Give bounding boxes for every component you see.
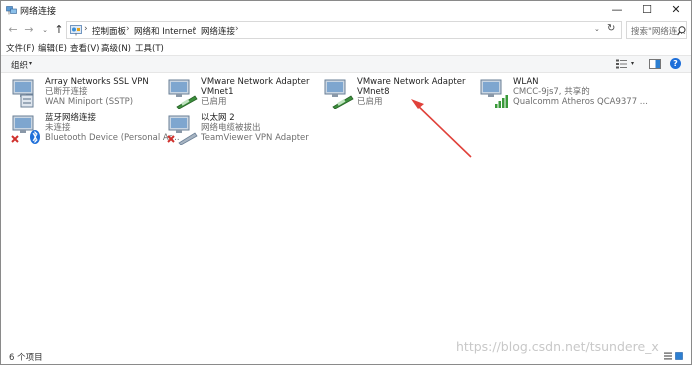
address-dropdown-button[interactable]: ⌄ bbox=[594, 25, 600, 33]
view-options-chevron-icon[interactable]: ▾ bbox=[631, 60, 634, 67]
connection-name: Array Networks SSL VPN bbox=[45, 77, 149, 87]
search-icon bbox=[677, 26, 686, 36]
item-count: 6 个项目 bbox=[9, 353, 43, 363]
network-connections-window: 网络连接 — ☐ ✕ ← → ⌄ ↑ › 控制面板 › 网络和 Internet… bbox=[0, 0, 692, 365]
command-toolbar: 组织 ▾ ▾ ? bbox=[1, 55, 691, 73]
connection-name: VMware Network Adapter bbox=[357, 77, 466, 87]
bluetooth-adapter-icon bbox=[11, 115, 40, 144]
connection-details: VMware Network Adapter VMnet1 已启用 bbox=[201, 77, 309, 107]
breadcrumb-separator: › bbox=[235, 24, 239, 34]
up-button[interactable]: ↑ bbox=[52, 22, 66, 38]
title-bar[interactable]: 网络连接 — ☐ ✕ bbox=[1, 1, 691, 19]
connection-item[interactable]: Array Networks SSL VPN 已断开连接 WAN Minipor… bbox=[11, 77, 161, 111]
organize-button[interactable]: 组织 bbox=[11, 59, 28, 71]
connection-details: VMware Network Adapter VMnet8 已启用 bbox=[357, 77, 465, 107]
connection-item[interactable]: WLAN CMCC-9js7, 共享的 Qualcomm Atheros QCA… bbox=[479, 77, 648, 111]
menu-advanced[interactable]: 高级(N) bbox=[101, 42, 131, 54]
breadcrumb-network-internet[interactable]: 网络和 Internet bbox=[134, 25, 196, 37]
connection-device: TeamViewer VPN Adapter bbox=[201, 133, 309, 143]
network-folder-icon bbox=[6, 6, 17, 15]
connection-name: VMware Network Adapter bbox=[201, 77, 310, 87]
connection-status: CMCC-9js7, 共享的 bbox=[513, 87, 590, 97]
breadcrumb-separator: › bbox=[84, 24, 88, 34]
connection-device: 已启用 bbox=[201, 97, 227, 107]
refresh-button[interactable]: ↻ bbox=[607, 23, 615, 34]
help-button[interactable]: ? bbox=[670, 58, 681, 69]
maximize-button[interactable]: ☐ bbox=[632, 1, 662, 19]
connection-item[interactable]: 以太网 2 网络电缆被拔出 TeamViewer VPN Adapter bbox=[167, 113, 317, 147]
minimize-button[interactable]: — bbox=[602, 1, 632, 19]
large-icons-view-icon[interactable] bbox=[675, 352, 683, 360]
connection-details: 蓝牙网络连接 未连接 Bluetooth Device (Personal Ar… bbox=[45, 113, 180, 143]
forward-button[interactable]: → bbox=[22, 22, 36, 38]
connection-status: 已断开连接 bbox=[45, 87, 88, 97]
menu-edit[interactable]: 编辑(E) bbox=[38, 42, 67, 54]
connection-device: Bluetooth Device (Personal Ar... bbox=[45, 133, 180, 143]
control-panel-icon bbox=[70, 25, 82, 36]
connection-status: VMnet1 bbox=[201, 87, 234, 97]
menu-tools[interactable]: 工具(T) bbox=[135, 42, 164, 54]
watermark: https://blog.csdn.net/tsundere_x bbox=[456, 339, 659, 354]
connection-name: 蓝牙网络连接 bbox=[45, 113, 97, 123]
ethernet-adapter-icon bbox=[168, 79, 198, 109]
wifi-adapter-icon bbox=[480, 79, 508, 108]
connection-device: Qualcomm Atheros QCA9377 ... bbox=[513, 97, 648, 107]
preview-pane-icon[interactable] bbox=[649, 59, 661, 69]
connection-status: 未连接 bbox=[45, 123, 71, 133]
connection-device: 已启用 bbox=[357, 97, 383, 107]
recent-locations-button[interactable]: ⌄ bbox=[38, 22, 52, 38]
connection-item[interactable]: 蓝牙网络连接 未连接 Bluetooth Device (Personal Ar… bbox=[11, 113, 180, 147]
connection-details: Array Networks SSL VPN 已断开连接 WAN Minipor… bbox=[45, 77, 149, 107]
change-view-icon[interactable] bbox=[616, 59, 628, 69]
connection-details: 以太网 2 网络电缆被拔出 TeamViewer VPN Adapter bbox=[201, 113, 309, 143]
chevron-down-icon: ▾ bbox=[29, 60, 33, 67]
connection-details: WLAN CMCC-9js7, 共享的 Qualcomm Atheros QCA… bbox=[513, 77, 648, 107]
details-view-icon[interactable] bbox=[664, 352, 672, 360]
connection-item[interactable]: VMware Network Adapter VMnet1 已启用 bbox=[167, 77, 317, 111]
breadcrumb-separator: › bbox=[126, 24, 130, 34]
menu-file[interactable]: 文件(F) bbox=[6, 42, 35, 54]
window-title: 网络连接 bbox=[20, 7, 57, 17]
breadcrumb-control-panel[interactable]: 控制面板 bbox=[92, 25, 126, 37]
search-input[interactable]: 搜索"网络连... bbox=[626, 21, 687, 39]
ethernet-adapter-disconnected-icon bbox=[167, 115, 198, 145]
breadcrumb-network-connections[interactable]: 网络连接 bbox=[201, 25, 235, 37]
ethernet-adapter-icon bbox=[324, 79, 354, 109]
address-bar[interactable]: › 控制面板 › 网络和 Internet › 网络连接 › ⌄ ↻ bbox=[66, 21, 622, 39]
vpn-adapter-icon bbox=[12, 79, 34, 108]
connection-name: WLAN bbox=[513, 77, 539, 87]
connection-device: WAN Miniport (SSTP) bbox=[45, 97, 134, 107]
breadcrumb-separator: › bbox=[193, 24, 197, 34]
address-row: ← → ⌄ ↑ › 控制面板 › 网络和 Internet › 网络连接 › ⌄… bbox=[1, 20, 691, 40]
connection-status: VMnet8 bbox=[357, 87, 390, 97]
menu-bar: 文件(F) 编辑(E) 查看(V) 高级(N) 工具(T) bbox=[1, 41, 691, 54]
connection-status: 网络电缆被拔出 bbox=[201, 123, 261, 133]
connection-item[interactable]: VMware Network Adapter VMnet8 已启用 bbox=[323, 77, 473, 111]
close-button[interactable]: ✕ bbox=[661, 1, 691, 19]
connection-name: 以太网 2 bbox=[201, 113, 235, 123]
menu-view[interactable]: 查看(V) bbox=[70, 42, 99, 54]
back-button[interactable]: ← bbox=[6, 22, 20, 38]
